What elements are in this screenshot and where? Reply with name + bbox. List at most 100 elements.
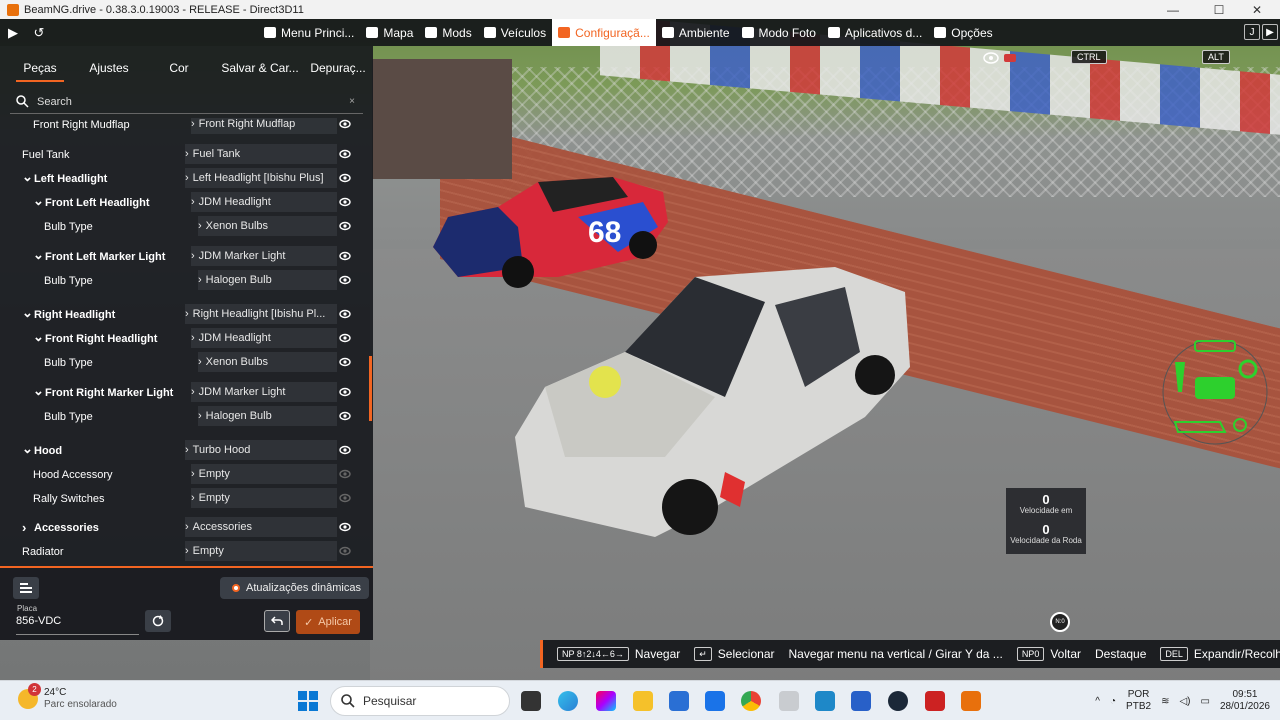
- recorder-icon[interactable]: [925, 691, 945, 711]
- part-select-dropdown[interactable]: › Fuel Tank: [185, 144, 337, 164]
- part-select-dropdown[interactable]: › Xenon Bulbs: [198, 216, 337, 236]
- eye-icon[interactable]: [339, 546, 351, 556]
- revert-button[interactable]: [264, 610, 290, 632]
- eye-icon[interactable]: [339, 119, 351, 129]
- task-view-icon[interactable]: [521, 691, 541, 711]
- tree-scrollbar[interactable]: [369, 356, 372, 421]
- part-select-dropdown[interactable]: › Xenon Bulbs: [198, 352, 337, 372]
- parts-tree-row[interactable]: ⌄ Front Right Marker Light › JDM Marker Li…: [0, 382, 365, 404]
- close-button[interactable]: ✕: [1234, 0, 1280, 19]
- menu-item-1[interactable]: Mapa: [360, 19, 419, 46]
- menu-item-4[interactable]: Configuraçã...: [552, 19, 656, 46]
- plate-input[interactable]: 856-VDC: [16, 615, 139, 635]
- windows-start-icon[interactable]: [298, 691, 318, 711]
- tab-ajustes[interactable]: Ajustes: [70, 46, 148, 90]
- network-icon[interactable]: ◔: [1110, 696, 1116, 707]
- tab-depuracao[interactable]: Depuraç...: [310, 46, 366, 90]
- eye-icon[interactable]: [339, 221, 351, 231]
- copilot-icon[interactable]: [596, 691, 616, 711]
- parts-tree-row[interactable]: ⌄ Left Headlight › Left Headlight [Ibishu …: [0, 168, 365, 190]
- part-select-dropdown[interactable]: › Accessories: [185, 517, 337, 537]
- menu-item-0[interactable]: Menu Princi...: [258, 19, 360, 46]
- tab-pecas[interactable]: Peças: [10, 46, 70, 90]
- parts-tree-row[interactable]: › Accessories › Accessories: [0, 517, 365, 539]
- part-select-dropdown[interactable]: › Empty: [191, 464, 337, 484]
- parts-tree-row[interactable]: Bulb Type › Xenon Bulbs: [0, 352, 365, 374]
- random-plate-button[interactable]: [145, 610, 171, 632]
- minimize-button[interactable]: —: [1150, 0, 1196, 19]
- parts-tree-row[interactable]: ⌄ Hood › Turbo Hood: [0, 440, 365, 462]
- parts-tree-row[interactable]: ⌄ Front Right Headlight › JDM Headlight: [0, 328, 365, 350]
- taskbar-search[interactable]: Pesquisar: [330, 686, 510, 716]
- app-window-icon[interactable]: [815, 691, 835, 711]
- clock[interactable]: 09:51 28/01/2026: [1220, 689, 1270, 713]
- menu-item-6[interactable]: Modo Foto: [736, 19, 822, 46]
- part-select-dropdown[interactable]: › Halogen Bulb: [198, 406, 337, 426]
- part-select-dropdown[interactable]: › JDM Marker Light: [191, 246, 337, 266]
- parts-search[interactable]: Search ×: [10, 90, 363, 114]
- chevron-right-icon[interactable]: ›: [22, 520, 26, 535]
- play-icon[interactable]: ▶: [0, 19, 26, 46]
- chevron-down-icon[interactable]: ⌄: [22, 169, 33, 185]
- part-select-dropdown[interactable]: › JDM Marker Light: [191, 382, 337, 402]
- part-select-dropdown[interactable]: › JDM Headlight: [191, 192, 337, 212]
- menu-item-5[interactable]: Ambiente: [656, 19, 736, 46]
- parts-tree-row[interactable]: ⌄ Right Headlight › Right Headlight [Ibish…: [0, 304, 365, 326]
- eye-icon[interactable]: [339, 197, 351, 207]
- wifi-icon[interactable]: ≋: [1161, 696, 1169, 707]
- part-select-dropdown[interactable]: › Empty: [191, 488, 337, 508]
- parts-tree-row[interactable]: Bulb Type › Xenon Bulbs: [0, 216, 365, 238]
- store-icon[interactable]: [669, 691, 689, 711]
- language-indicator[interactable]: POR PTB2: [1126, 689, 1151, 713]
- eye-icon[interactable]: [339, 333, 351, 343]
- eye-icon[interactable]: [339, 275, 351, 285]
- part-select-dropdown[interactable]: › Front Right Mudflap: [191, 118, 337, 134]
- eye-icon[interactable]: [339, 149, 351, 159]
- part-select-dropdown[interactable]: › JDM Headlight: [191, 328, 337, 348]
- eye-icon[interactable]: [339, 493, 351, 503]
- undo-icon[interactable]: ↺: [26, 19, 52, 46]
- notepad-icon[interactable]: [779, 691, 799, 711]
- parts-tree-row[interactable]: Radiator › Empty: [0, 541, 365, 563]
- dynamic-updates-toggle[interactable]: Atualizações dinâmicas: [220, 577, 369, 599]
- eye-icon[interactable]: [339, 309, 351, 319]
- eye-icon[interactable]: [339, 173, 351, 183]
- list-menu-button[interactable]: [13, 577, 39, 599]
- part-select-dropdown[interactable]: › Empty: [185, 541, 337, 561]
- visibility-icon[interactable]: [982, 51, 1018, 65]
- menu-item-2[interactable]: Mods: [419, 19, 477, 46]
- part-select-dropdown[interactable]: › Left Headlight [Ibishu Plus]: [185, 168, 337, 188]
- parts-tree-row[interactable]: Hood Accessory › Empty: [0, 464, 365, 486]
- taskbar-search-input[interactable]: Pesquisar: [363, 694, 416, 708]
- search-input[interactable]: Search: [37, 96, 72, 108]
- eye-icon[interactable]: [339, 522, 351, 532]
- tab-cor[interactable]: Cor: [148, 46, 210, 90]
- file-explorer-icon[interactable]: [633, 691, 653, 711]
- search-clear-icon[interactable]: ×: [349, 96, 355, 107]
- j-key-button[interactable]: J: [1244, 24, 1260, 40]
- eye-icon[interactable]: [339, 357, 351, 367]
- edge-icon[interactable]: [558, 691, 578, 711]
- parts-tree-row[interactable]: Front Right Mudflap › Front Right Mudflap: [0, 118, 365, 136]
- roblox-studio-icon[interactable]: [851, 691, 871, 711]
- parts-tree-row[interactable]: Bulb Type › Halogen Bulb: [0, 406, 365, 428]
- outlook-icon[interactable]: [705, 691, 725, 711]
- menu-item-7[interactable]: Aplicativos d...: [822, 19, 928, 46]
- chevron-down-icon[interactable]: ⌄: [33, 329, 44, 345]
- beamng-taskbar-icon[interactable]: [961, 691, 981, 711]
- part-select-dropdown[interactable]: › Right Headlight [Ibishu Pl...: [185, 304, 337, 324]
- parts-tree-row[interactable]: Rally Switches › Empty: [0, 488, 365, 510]
- chevron-down-icon[interactable]: ⌄: [33, 193, 44, 209]
- parts-tree-row[interactable]: Fuel Tank › Fuel Tank: [0, 144, 365, 166]
- parts-tree-row[interactable]: ⌄ Front Left Marker Light › JDM Marker Lig…: [0, 246, 365, 268]
- eye-icon[interactable]: [339, 251, 351, 261]
- chevron-up-icon[interactable]: ^: [1095, 696, 1100, 707]
- tab-salvar[interactable]: Salvar & Car...: [210, 46, 310, 90]
- battery-icon[interactable]: ▭: [1200, 696, 1209, 707]
- next-arrow-button[interactable]: ▶: [1262, 24, 1278, 40]
- eye-icon[interactable]: [339, 387, 351, 397]
- chevron-down-icon[interactable]: ⌄: [33, 383, 44, 399]
- parts-tree-row[interactable]: Bulb Type › Halogen Bulb: [0, 270, 365, 292]
- eye-icon[interactable]: [339, 445, 351, 455]
- steam-icon[interactable]: [888, 691, 908, 711]
